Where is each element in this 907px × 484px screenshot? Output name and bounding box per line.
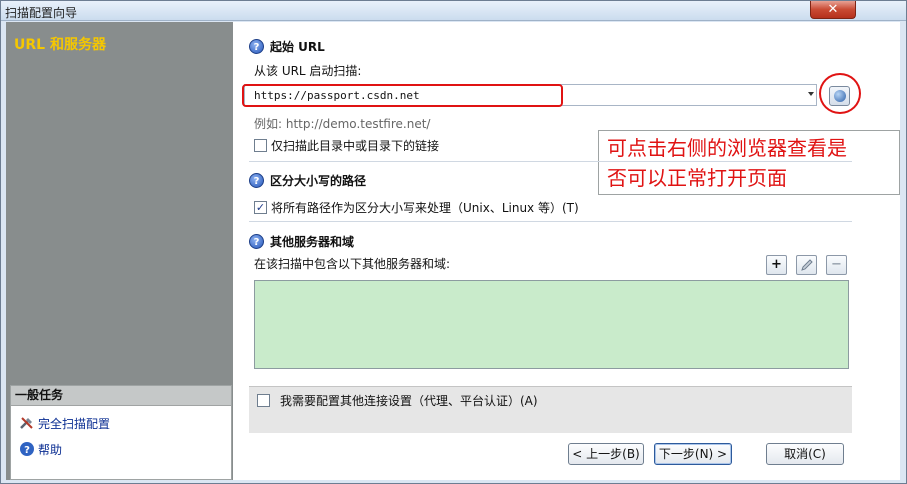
task-label: 完全扫描配置	[38, 416, 111, 431]
wizard-window: 扫描配置向导 ✕ URL 和服务器 一般任务 完全扫描配置 ? 帮助 ? 起始 …	[0, 0, 907, 484]
annotation-line-2: 否可以正常打开页面	[607, 166, 787, 190]
connection-settings-bar: 我需要配置其他连接设置（代理、平台认证）(A)	[249, 386, 852, 433]
case-sensitive-section-title: ? 区分大小写的路径	[249, 172, 366, 189]
window-title: 扫描配置向导	[5, 6, 78, 20]
url-example: 例如: http://demo.testfire.net/	[254, 117, 431, 131]
section-title-text: 起始 URL	[270, 40, 325, 54]
next-button[interactable]: 下一步(N) >	[654, 443, 732, 465]
case-sensitive-checkbox[interactable]: ✓	[254, 201, 267, 214]
other-servers-label: 在该扫描中包含以下其他服务器和域:	[254, 257, 451, 271]
close-button[interactable]: ✕	[810, 1, 856, 19]
help-icon: ?	[249, 234, 264, 249]
divider	[249, 221, 852, 222]
case-sensitive-checkbox-row[interactable]: ✓ 将所有路径作为区分大小写来处理（Unix、Linux 等）(T)	[254, 199, 579, 216]
section-title-text: 区分大小写的路径	[270, 174, 367, 188]
back-button[interactable]: < 上一步(B)	[568, 443, 644, 465]
start-url-value[interactable]: https://passport.csdn.net	[254, 89, 420, 102]
proxy-checkbox-row[interactable]: 我需要配置其他连接设置（代理、平台认证）(A)	[257, 392, 538, 409]
tasks-header: 一般任务	[11, 386, 231, 406]
start-url-label: 从该 URL 启动扫描:	[254, 64, 362, 78]
help-icon: ?	[249, 39, 264, 54]
other-servers-section-title: ? 其他服务器和域	[249, 233, 354, 250]
browser-button-highlight-circle	[819, 73, 861, 114]
cancel-button[interactable]: 取消(C)	[766, 443, 844, 465]
section-title-text: 其他服务器和域	[270, 235, 355, 249]
main-pane: ? 起始 URL 从该 URL 启动扫描: https://passport.c…	[241, 22, 900, 480]
divider	[249, 161, 852, 162]
remove-server-button[interactable]: −	[826, 255, 847, 275]
task-full-scan-config[interactable]: 完全扫描配置	[19, 414, 110, 432]
general-tasks-panel: 一般任务 完全扫描配置 ? 帮助	[10, 385, 232, 480]
only-dir-checkbox[interactable]	[254, 139, 267, 152]
chevron-down-icon[interactable]	[808, 92, 814, 96]
start-url-section-title: ? 起始 URL	[249, 38, 325, 55]
svg-text:?: ?	[24, 445, 30, 456]
wizard-client-area: URL 和服务器 一般任务 完全扫描配置 ? 帮助 ? 起始 URL 从该 UR…	[6, 22, 900, 480]
other-servers-list[interactable]	[254, 280, 849, 369]
annotation-line-1: 可点击右侧的浏览器查看是	[607, 136, 847, 160]
task-label: 帮助	[38, 442, 63, 457]
checkbox-label: 仅扫描此目录中或目录下的链接	[271, 139, 440, 153]
help-icon: ?	[19, 441, 35, 457]
annotation-callout: 可点击右侧的浏览器查看是 否可以正常打开页面	[598, 130, 900, 195]
left-pane: URL 和服务器 一般任务 完全扫描配置 ? 帮助	[6, 22, 233, 480]
tools-icon	[19, 415, 35, 431]
add-server-button[interactable]: +	[766, 255, 787, 275]
edit-server-button[interactable]	[796, 255, 817, 275]
title-bar[interactable]: 扫描配置向导 ✕	[1, 1, 906, 21]
only-dir-checkbox-row[interactable]: 仅扫描此目录中或目录下的链接	[254, 137, 439, 154]
checkbox-label: 我需要配置其他连接设置（代理、平台认证）(A)	[280, 394, 538, 408]
step-title: URL 和服务器	[14, 37, 106, 53]
task-help[interactable]: ? 帮助	[19, 440, 62, 458]
pencil-icon	[800, 259, 814, 276]
checkbox-label: 将所有路径作为区分大小写来处理（Unix、Linux 等）(T)	[271, 201, 579, 215]
proxy-checkbox[interactable]	[257, 394, 270, 407]
help-icon: ?	[249, 173, 264, 188]
